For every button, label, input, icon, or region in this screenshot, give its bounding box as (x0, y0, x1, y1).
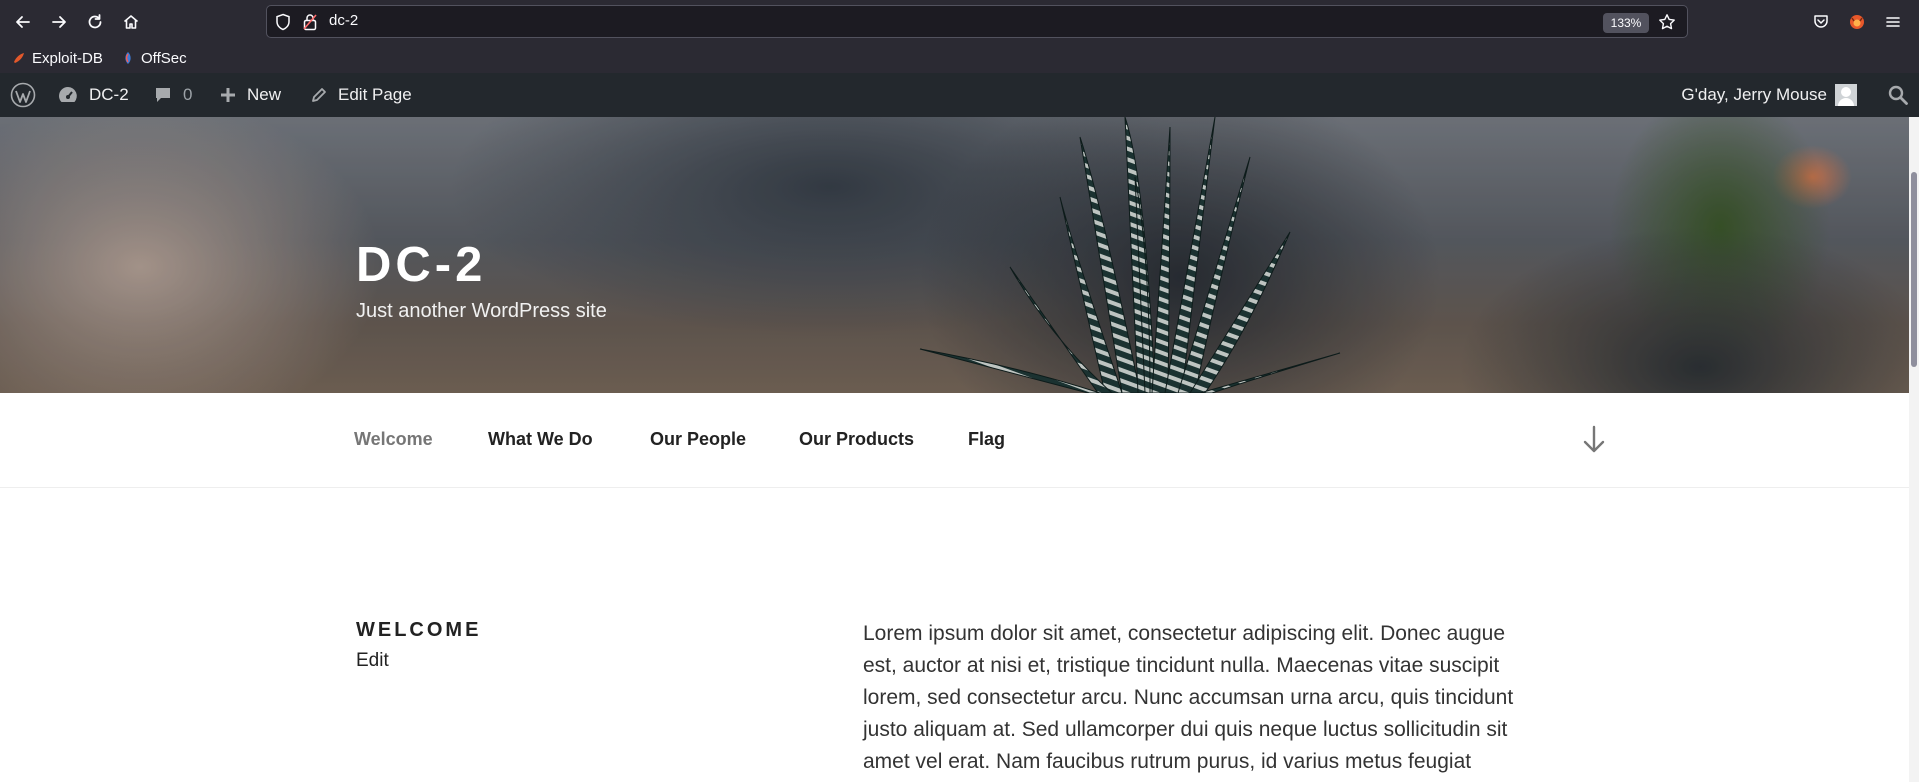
primary-navigation: Welcome What We Do Our People Our Produc… (0, 393, 1909, 488)
nav-item-what-we-do[interactable]: What We Do (488, 429, 593, 450)
page-title: WELCOME (356, 619, 482, 641)
menu-icon[interactable] (1877, 6, 1909, 38)
edit-page-link[interactable]: Edit Page (310, 73, 412, 117)
browser-window: dc-2 133% Exploit-DB OffSec DC-2 0 New E… (0, 0, 1919, 782)
site-name-label: DC-2 (89, 85, 129, 104)
nav-item-flag[interactable]: Flag (968, 429, 1005, 450)
bookmark-label: OffSec (141, 49, 187, 67)
browser-toolbar: dc-2 133% (0, 0, 1919, 43)
pencil-icon (310, 86, 328, 104)
reload-icon[interactable] (79, 6, 111, 38)
custom-header-image (0, 117, 1919, 393)
forward-icon[interactable] (43, 6, 75, 38)
edit-page-label: Edit Page (338, 85, 412, 104)
nav-item-welcome[interactable]: Welcome (354, 429, 433, 450)
nav-item-our-people[interactable]: Our People (650, 429, 746, 450)
tracking-shield-icon[interactable] (275, 13, 291, 35)
comment-bubble-icon (153, 85, 173, 105)
site-description: Just another WordPress site (356, 300, 607, 322)
content-line: lorem, sed consectetur arcu. Nunc accums… (863, 686, 1514, 709)
header-overlay (0, 117, 1919, 393)
wp-admin-bar: DC-2 0 New Edit Page G'day, Jerry Mouse (0, 73, 1919, 117)
scroll-down-arrow-icon[interactable] (1580, 424, 1608, 461)
new-content-menu[interactable]: New (219, 73, 281, 117)
nav-item-our-products[interactable]: Our Products (799, 429, 914, 450)
offsec-icon (125, 52, 131, 64)
bookmark-exploit-db[interactable]: Exploit-DB (12, 47, 103, 69)
my-account-menu[interactable]: G'day, Jerry Mouse (1681, 73, 1857, 117)
bookmarks-toolbar: Exploit-DB OffSec (0, 43, 1919, 73)
page-scrollbar[interactable] (1909, 117, 1919, 782)
bookmark-offsec[interactable]: OffSec (121, 47, 187, 69)
bookmark-label: Exploit-DB (32, 49, 103, 67)
new-label: New (247, 85, 282, 104)
entry-content: Lorem ipsum dolor sit amet, consectetur … (863, 618, 1557, 778)
scrollbar-thumb[interactable] (1911, 172, 1917, 367)
pocket-icon[interactable] (1805, 6, 1837, 38)
firefox-account-icon[interactable] (1841, 6, 1873, 38)
bookmark-star-icon[interactable] (1658, 13, 1676, 35)
back-icon[interactable] (7, 6, 39, 38)
account-greeting: G'day, Jerry Mouse (1681, 85, 1827, 104)
insecure-lock-icon[interactable] (303, 13, 317, 35)
plus-icon (219, 86, 237, 104)
exploit-db-icon (14, 53, 24, 63)
avatar (1835, 84, 1857, 106)
zoom-level-badge[interactable]: 133% (1603, 13, 1649, 33)
url-bar[interactable]: dc-2 133% (266, 5, 1688, 38)
site-title[interactable]: DC-2 (356, 237, 486, 293)
edit-link[interactable]: Edit (356, 650, 389, 672)
content-line: est, auctor at nisi et, tristique tincid… (863, 654, 1500, 677)
home-icon[interactable] (115, 6, 147, 38)
search-icon[interactable] (1887, 84, 1909, 111)
comments-menu[interactable]: 0 (153, 73, 192, 117)
wordpress-logo-icon (10, 82, 36, 108)
content-line: justo aliquam at. Sed ullamcorper dui qu… (863, 718, 1508, 741)
url-text[interactable]: dc-2 (329, 12, 358, 29)
content-line: amet vel erat. Nam faucibus rutrum purus… (863, 750, 1472, 773)
site-name-menu[interactable]: DC-2 (57, 73, 129, 117)
comments-count: 0 (183, 85, 193, 104)
dashboard-gauge-icon (57, 85, 79, 105)
wp-logo-menu[interactable] (10, 73, 36, 117)
content-line: Lorem ipsum dolor sit amet, consectetur … (863, 622, 1505, 645)
